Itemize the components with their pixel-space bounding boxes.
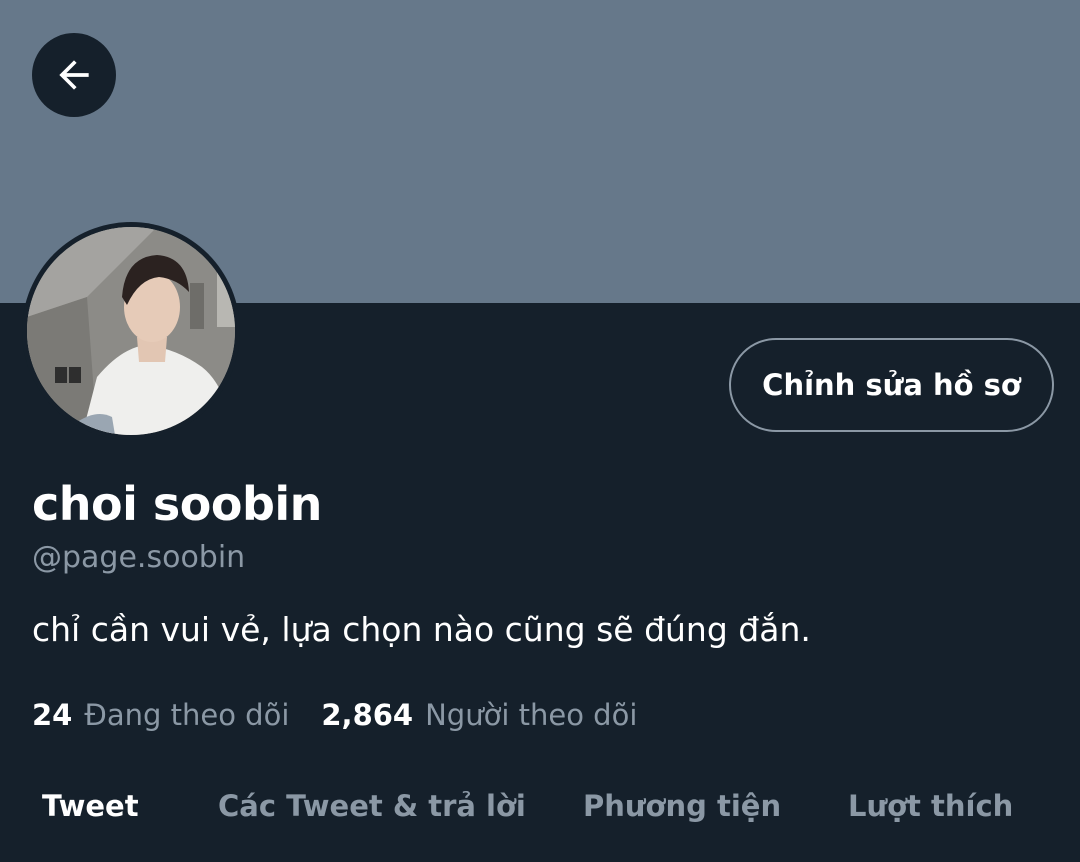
tab-tweets[interactable]: Tweet [42, 786, 139, 826]
followers-stat[interactable]: 2,864 Người theo dõi [321, 695, 637, 735]
tab-media[interactable]: Phương tiện [583, 786, 781, 826]
arrow-left-icon [59, 60, 89, 90]
back-button[interactable] [32, 33, 116, 117]
followers-label: Người theo dõi [425, 698, 638, 732]
avatar[interactable] [22, 222, 240, 440]
follow-stats: 24 Đang theo dõi 2,864 Người theo dõi [32, 695, 637, 735]
following-label: Đang theo dõi [84, 698, 290, 732]
profile-tabs: Tweet Các Tweet & trả lời Phương tiện Lư… [0, 770, 1080, 846]
following-count: 24 [32, 698, 73, 732]
display-name: choi soobin [32, 477, 322, 531]
username-handle: @page.soobin [32, 540, 246, 575]
edit-profile-button[interactable]: Chỉnh sửa hồ sơ [729, 338, 1054, 432]
avatar-photo [27, 227, 235, 435]
tab-tweets-and-replies[interactable]: Các Tweet & trả lời [218, 786, 526, 826]
profile-bio: chỉ cần vui vẻ, lựa chọn nào cũng sẽ đún… [32, 610, 811, 649]
tab-likes[interactable]: Lượt thích [848, 786, 1013, 826]
following-stat[interactable]: 24 Đang theo dõi [32, 695, 289, 735]
followers-count: 2,864 [321, 698, 414, 732]
